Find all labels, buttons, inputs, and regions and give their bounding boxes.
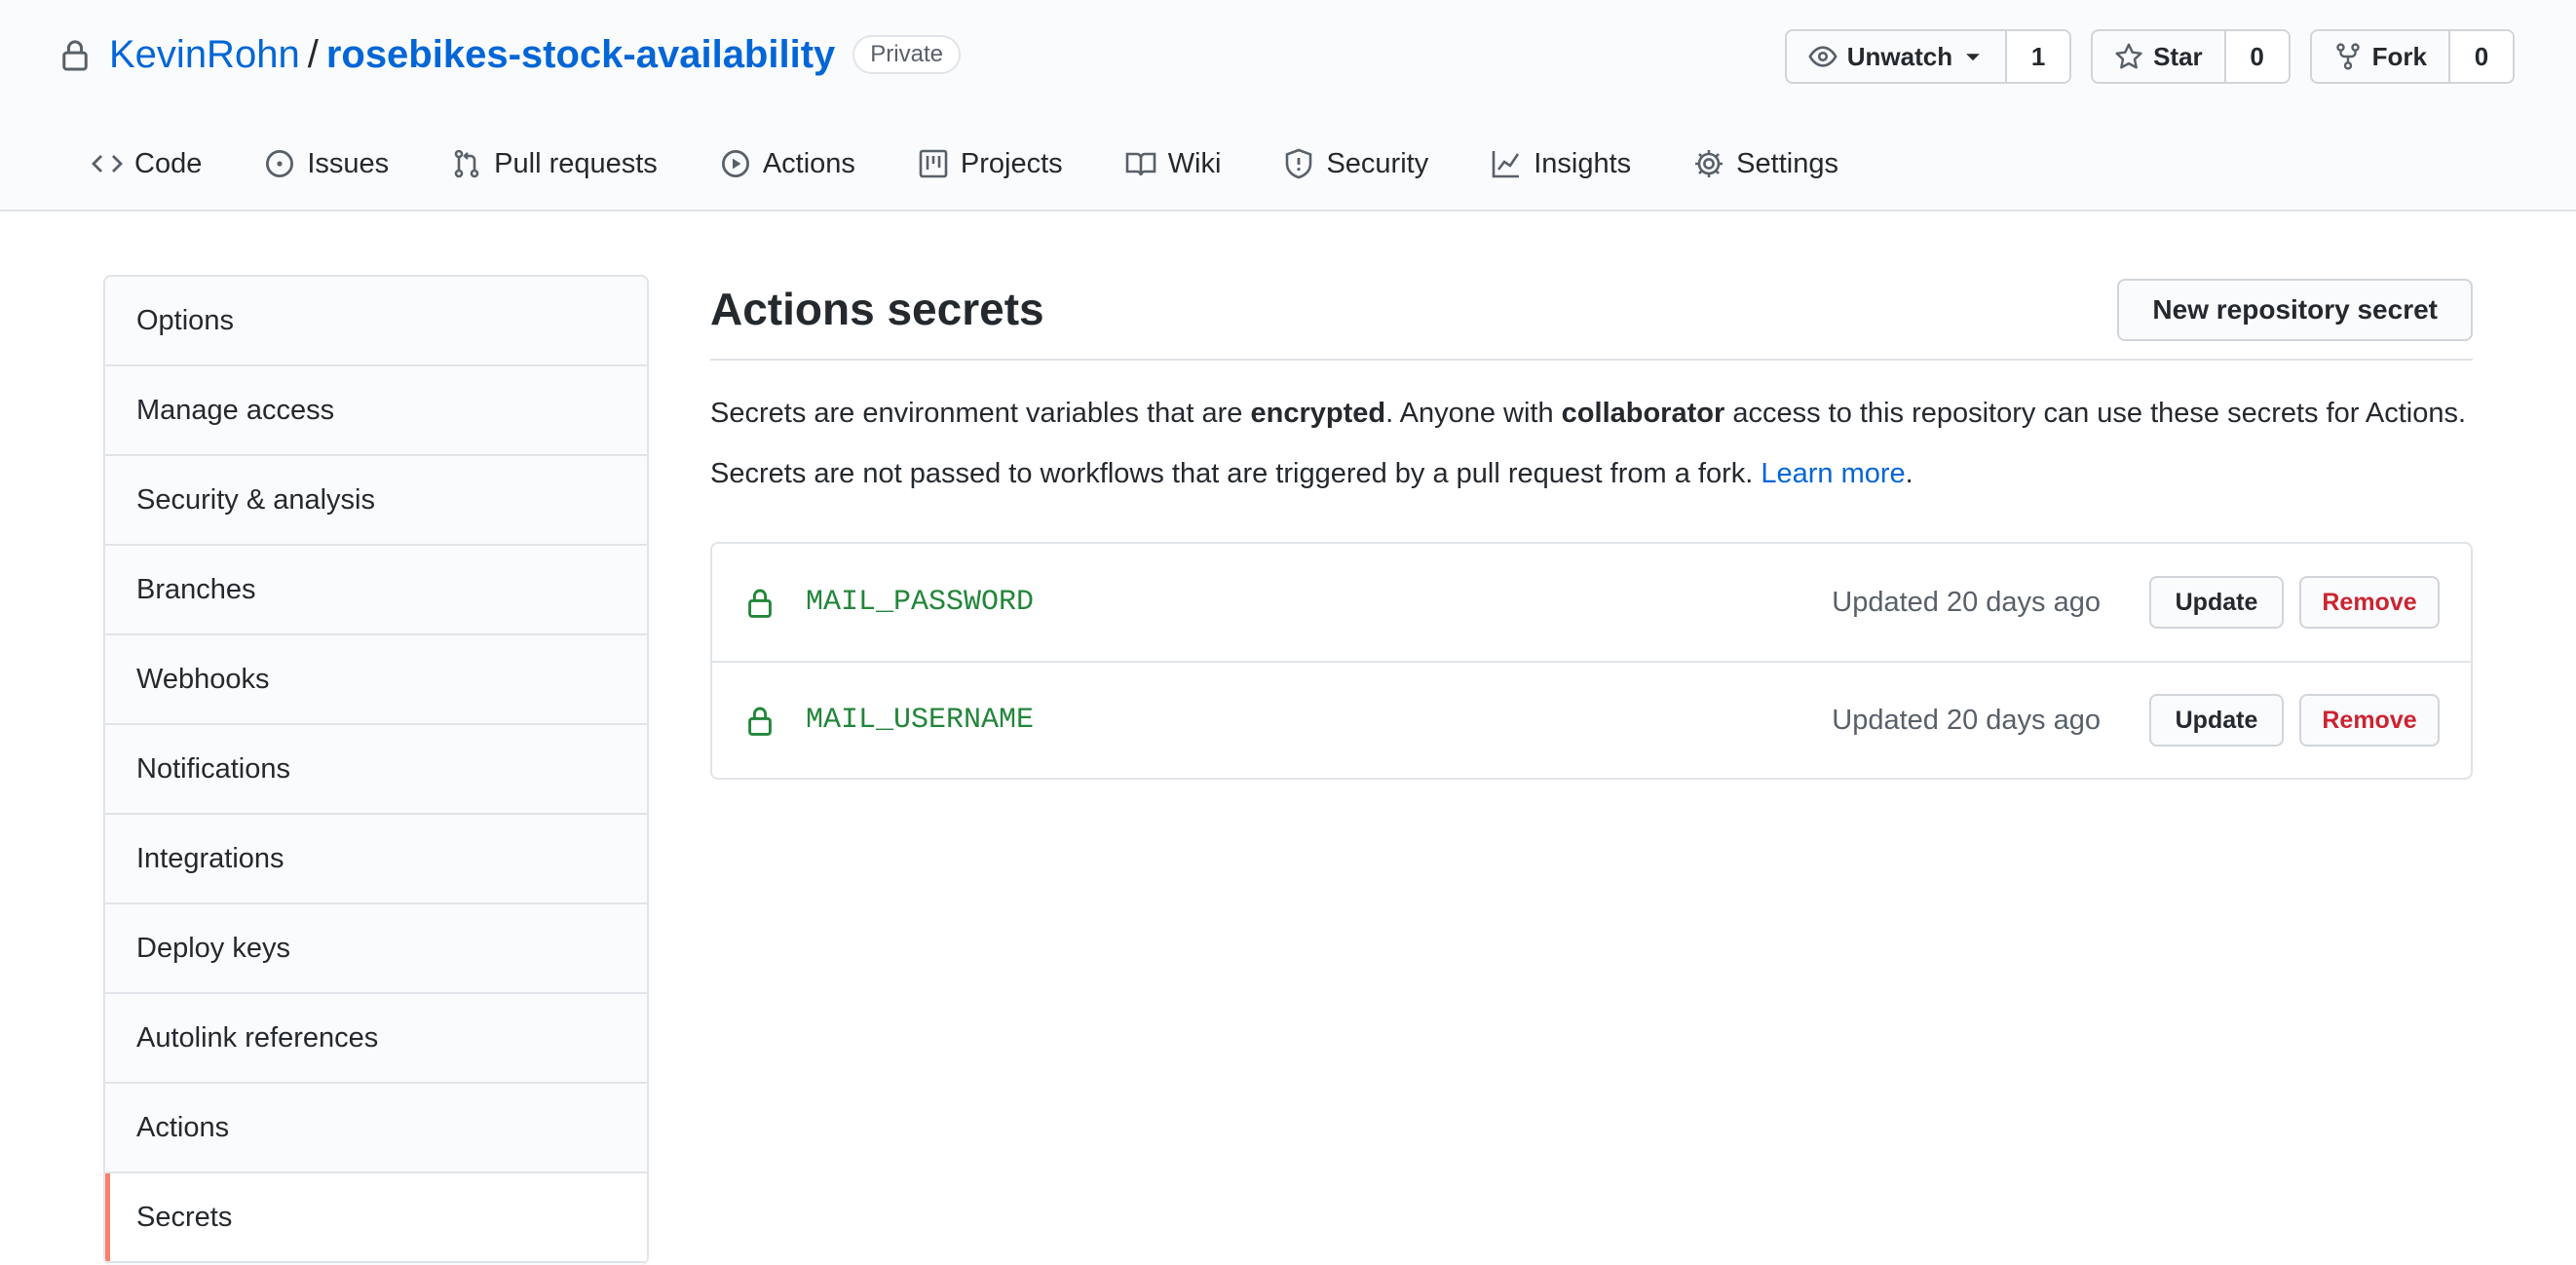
secrets-list: MAIL_PASSWORD Updated 20 days ago Update… (710, 542, 2473, 780)
tab-wiki[interactable]: Wiki (1125, 136, 1222, 191)
watch-count[interactable]: 1 (2007, 31, 2070, 82)
repo-name-link[interactable]: rosebikes-stock-availability (326, 33, 835, 77)
fork-count[interactable]: 0 (2450, 31, 2513, 82)
tab-label: Actions (762, 147, 855, 179)
star-button[interactable]: Star (2093, 31, 2226, 82)
update-secret-button[interactable]: Update (2149, 694, 2284, 747)
book-icon (1125, 152, 1155, 176)
visibility-badge: Private (852, 35, 961, 74)
fork-notice: Secrets are not passed to workflows that… (710, 458, 1913, 490)
tab-label: Projects (960, 147, 1063, 179)
sidebar-item-notifications[interactable]: Notifications (105, 725, 647, 815)
star-icon (2115, 43, 2142, 69)
secret-row: MAIL_PASSWORD Updated 20 days ago Update… (712, 544, 2471, 661)
star-count[interactable]: 0 (2225, 31, 2289, 82)
update-secret-button[interactable]: Update (2149, 576, 2284, 629)
repo-owner-link[interactable]: KevinRohn (109, 33, 300, 77)
desc-bold-collaborator: collaborator (1561, 398, 1725, 429)
tab-label: Wiki (1167, 147, 1222, 179)
desc-text: . (1905, 458, 1913, 489)
secret-name: MAIL_USERNAME (806, 704, 1035, 737)
tab-security[interactable]: Security (1283, 136, 1428, 191)
eye-icon (1808, 46, 1837, 67)
caret-down-icon (1966, 54, 1980, 61)
issue-icon (266, 149, 294, 178)
project-icon (919, 149, 948, 178)
tab-insights[interactable]: Insights (1491, 136, 1631, 191)
sidebar-item-options[interactable]: Options (105, 277, 647, 366)
title-divider (710, 359, 2473, 361)
tab-issues[interactable]: Issues (264, 136, 389, 191)
lock-icon (748, 589, 772, 618)
tab-label: Settings (1736, 147, 1838, 179)
secret-updated: Updated 20 days ago (1832, 704, 2101, 736)
desc-bold-encrypted: encrypted (1250, 398, 1386, 429)
star-button-group: Star 0 (2091, 29, 2291, 84)
sidebar-item-manage-access[interactable]: Manage access (105, 366, 647, 456)
sidebar-item-secrets[interactable]: Secrets (105, 1173, 647, 1263)
secret-updated: Updated 20 days ago (1832, 586, 2101, 618)
lock-icon (62, 40, 88, 71)
desc-text: access to this repository can use these … (1724, 398, 2467, 429)
fork-button-group: Fork 0 (2309, 29, 2515, 84)
fork-label: Fork (2371, 41, 2427, 71)
sidebar-item-autolink-references[interactable]: Autolink references (105, 994, 647, 1084)
sidebar-item-webhooks[interactable]: Webhooks (105, 635, 647, 725)
graph-icon (1492, 151, 1520, 178)
tab-label: Code (134, 147, 203, 179)
code-icon (92, 155, 123, 172)
repo-tabs: Code Issues Pull requests Actions Projec… (92, 136, 1901, 191)
pull-request-icon (454, 149, 479, 178)
new-repository-secret-button[interactable]: New repository secret (2117, 279, 2473, 341)
settings-sidebar: Options Manage access Security & analysi… (103, 275, 649, 1265)
tab-settings[interactable]: Settings (1693, 136, 1838, 191)
desc-text: Secrets are environment variables that a… (710, 398, 1251, 429)
watch-button-group: Unwatch 1 (1784, 29, 2072, 84)
tab-label: Issues (307, 147, 390, 179)
repo-title: KevinRohn / rosebikes-stock-availability… (60, 27, 961, 82)
repo-separator: / (307, 32, 319, 76)
tab-projects[interactable]: Projects (918, 136, 1063, 191)
remove-secret-button[interactable]: Remove (2299, 694, 2440, 747)
tab-label: Security (1326, 147, 1429, 179)
desc-text: Secrets are not passed to workflows that… (710, 458, 1762, 489)
tab-code[interactable]: Code (92, 136, 202, 191)
tab-actions[interactable]: Actions (720, 136, 855, 191)
unwatch-label: Unwatch (1846, 41, 1953, 71)
star-label: Star (2153, 41, 2203, 71)
shield-icon (1286, 148, 1312, 179)
secret-name: MAIL_PASSWORD (806, 586, 1035, 619)
gear-icon (1695, 150, 1724, 177)
lock-icon (748, 707, 772, 736)
sidebar-item-security-analysis[interactable]: Security & analysis (105, 456, 647, 546)
learn-more-link[interactable]: Learn more (1761, 458, 1905, 489)
play-icon (721, 149, 749, 178)
repo-head-actions: Unwatch 1 Star 0 Fork 0 (1784, 29, 2515, 84)
desc-text: . Anyone with (1385, 398, 1562, 429)
sidebar-item-actions[interactable]: Actions (105, 1084, 647, 1173)
remove-secret-button[interactable]: Remove (2299, 576, 2440, 629)
tab-pull-requests[interactable]: Pull requests (451, 136, 658, 191)
sidebar-item-integrations[interactable]: Integrations (105, 815, 647, 904)
tab-label: Insights (1534, 147, 1632, 179)
sidebar-item-branches[interactable]: Branches (105, 546, 647, 635)
fork-icon (2335, 43, 2360, 70)
secret-row: MAIL_USERNAME Updated 20 days ago Update… (712, 661, 2471, 778)
tab-label: Pull requests (494, 147, 658, 179)
page-title: Actions secrets (710, 284, 1044, 334)
unwatch-button[interactable]: Unwatch (1787, 31, 2008, 82)
fork-button[interactable]: Fork (2312, 31, 2450, 82)
secrets-description: Secrets are environment variables that a… (710, 398, 2466, 430)
sidebar-item-deploy-keys[interactable]: Deploy keys (105, 904, 647, 994)
